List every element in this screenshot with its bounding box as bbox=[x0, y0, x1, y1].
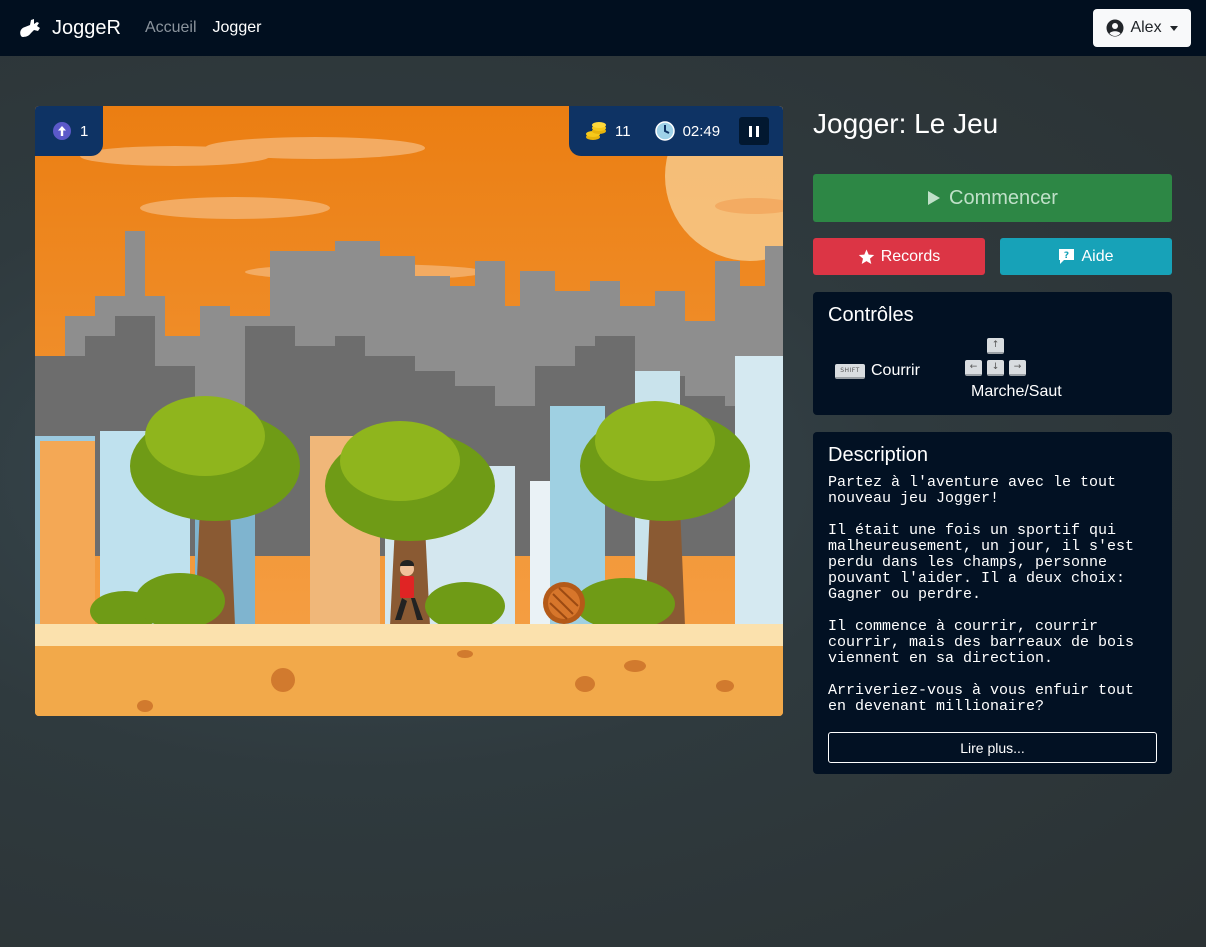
level-value: 1 bbox=[80, 122, 89, 140]
game-scene bbox=[35, 106, 783, 716]
brand[interactable]: JoggeR bbox=[18, 16, 121, 40]
shift-key-icon: SHIFT bbox=[835, 363, 865, 379]
sidebar: Jogger: Le Jeu Commencer Records ? Aide … bbox=[813, 106, 1172, 774]
read-more-button[interactable]: Lire plus... bbox=[828, 732, 1157, 763]
coins-icon bbox=[586, 122, 606, 140]
navbar: JoggeR Accueil Jogger Alex bbox=[0, 0, 1206, 56]
shift-action: Courrir bbox=[871, 362, 920, 379]
controls-title: Contrôles bbox=[828, 304, 914, 326]
controls-card: Contrôles SHIFT Courrir ↑ ← ↓ → Marche/S… bbox=[813, 292, 1172, 415]
action-buttons: Records ? Aide bbox=[813, 238, 1172, 275]
timer-value: 02:49 bbox=[682, 122, 721, 140]
play-icon bbox=[928, 191, 941, 205]
start-button[interactable]: Commencer bbox=[813, 174, 1172, 222]
hud-status: 11 02:49 bbox=[569, 106, 783, 156]
user-menu-button[interactable]: Alex bbox=[1093, 9, 1191, 47]
page-title: Jogger: Le Jeu bbox=[813, 108, 999, 139]
coins-counter: 11 bbox=[585, 121, 631, 141]
nav-link-accueil[interactable]: Accueil bbox=[145, 19, 197, 37]
arrow-up-circle-icon bbox=[53, 122, 71, 140]
arrow-right-key-icon: → bbox=[1009, 360, 1026, 376]
chevron-down-icon bbox=[1169, 25, 1178, 31]
records-button[interactable]: Records bbox=[813, 238, 985, 275]
help-button[interactable]: ? Aide bbox=[1000, 238, 1172, 275]
user-circle-icon bbox=[1106, 19, 1124, 37]
game-canvas[interactable]: 1 11 02:49 bbox=[35, 106, 783, 716]
help-message-icon: ? bbox=[1059, 249, 1075, 264]
nav-link-jogger[interactable]: Jogger bbox=[213, 19, 262, 37]
jogger-logo-icon bbox=[20, 19, 40, 37]
arrow-left-key-icon: ← bbox=[965, 360, 982, 376]
records-label: Records bbox=[880, 247, 941, 265]
start-label: Commencer bbox=[949, 186, 1058, 209]
hud-level: 1 bbox=[35, 106, 103, 156]
clock-icon bbox=[654, 121, 675, 141]
pause-icon bbox=[749, 125, 752, 137]
help-label: Aide bbox=[1081, 247, 1114, 265]
star-icon bbox=[858, 249, 874, 264]
arrow-up-key-icon: ↑ bbox=[987, 338, 1004, 354]
shift-control: SHIFT Courrir bbox=[835, 362, 920, 380]
pause-button[interactable] bbox=[739, 117, 769, 145]
description-card: Description Partez à l'aventure avec le … bbox=[813, 432, 1172, 774]
arrow-down-key-icon: ↓ bbox=[987, 360, 1004, 376]
arrows-action: Marche/Saut bbox=[971, 383, 1062, 400]
ground-top bbox=[35, 624, 783, 646]
description-text: Partez à l'aventure avec le tout nouveau… bbox=[828, 474, 1135, 715]
svg-text:?: ? bbox=[1064, 251, 1069, 261]
description-title: Description bbox=[828, 444, 929, 466]
user-name: Alex bbox=[1130, 19, 1162, 36]
coins-value: 11 bbox=[615, 122, 631, 140]
brand-name: JoggeR bbox=[52, 16, 121, 39]
wooden-log bbox=[543, 582, 585, 624]
timer: 02:49 bbox=[654, 121, 721, 141]
